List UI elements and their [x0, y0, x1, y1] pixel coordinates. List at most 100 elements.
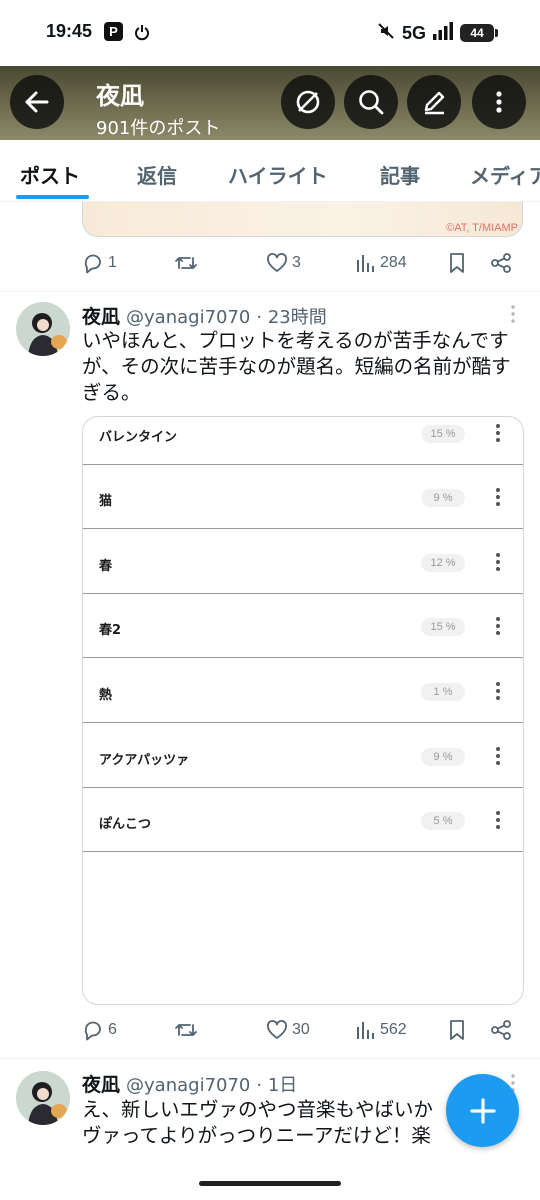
tab-posts[interactable]: ポスト [20, 160, 80, 189]
profile-header: 夜凪 901件のポスト [0, 66, 540, 140]
list-item[interactable]: バレンタイン 15 % [83, 417, 523, 465]
list-item[interactable]: 熱 1 % [83, 659, 523, 723]
item-percent: 1 % [421, 683, 465, 701]
divider [0, 291, 540, 292]
list-item[interactable]: ぽんこつ 5 % [83, 788, 523, 852]
post-time[interactable]: · 23時間 [256, 303, 326, 329]
item-percent: 15 % [421, 425, 465, 443]
tab-replies[interactable]: 返信 [137, 160, 177, 189]
back-arrow-icon [25, 91, 49, 113]
tab-articles[interactable]: 記事 [380, 160, 420, 189]
share-icon [491, 253, 511, 273]
post-actions: 6 30 562 [82, 1019, 522, 1049]
signal-icon [432, 22, 454, 44]
item-label: 猫 [99, 494, 113, 509]
back-button[interactable] [10, 75, 64, 129]
more-vertical-icon [511, 305, 515, 323]
embedded-list-card[interactable]: バレンタイン 15 % 猫 9 % 春 12 % 春2 15 % 熱 1 % ア… [82, 416, 524, 1005]
item-more-icon[interactable] [495, 681, 501, 705]
profile-tabs: ポスト 返信 ハイライト 記事 メディア [0, 140, 540, 202]
divider [0, 1058, 540, 1059]
views-chart-icon [357, 1022, 374, 1039]
pencil-icon [424, 91, 445, 115]
post-more-button[interactable] [510, 304, 516, 328]
item-more-icon[interactable] [495, 616, 501, 640]
more-button[interactable] [472, 75, 526, 129]
item-more-icon[interactable] [495, 487, 501, 511]
views-button[interactable]: 284 [354, 252, 407, 274]
item-percent: 9 % [421, 748, 465, 766]
tab-highlights[interactable]: ハイライト [228, 160, 328, 189]
reply-count: 1 [108, 254, 117, 271]
share-button[interactable] [490, 1019, 512, 1041]
search-button[interactable] [344, 75, 398, 129]
item-more-icon[interactable] [495, 810, 501, 834]
new-post-button[interactable] [446, 1074, 519, 1147]
views-chart-icon [357, 255, 374, 272]
author-handle[interactable]: @yanagi7070 [126, 307, 250, 328]
bookmark-button[interactable] [446, 1019, 468, 1041]
link-card[interactable]: ©AT, T/MIAMP [82, 202, 523, 237]
post-time[interactable]: · 1日 [256, 1071, 297, 1097]
plus-icon [469, 1097, 496, 1124]
author-handle[interactable]: @yanagi7070 [126, 1075, 250, 1096]
item-percent: 15 % [421, 618, 465, 636]
power-icon [134, 23, 150, 45]
repost-icon [175, 1024, 197, 1036]
item-more-icon[interactable] [495, 552, 501, 576]
item-label: 熱 [99, 688, 113, 703]
item-percent: 12 % [421, 554, 465, 572]
views-button[interactable]: 562 [354, 1019, 407, 1041]
status-time: 19:45 [46, 21, 93, 41]
status-bar: 19:45 P 5G 44 [0, 0, 540, 66]
like-count: 30 [292, 1021, 310, 1038]
item-percent: 5 % [421, 812, 465, 830]
app-notification-icon: P [104, 22, 123, 41]
author-name[interactable]: 夜凪 [82, 302, 120, 329]
like-button[interactable]: 30 [266, 1019, 310, 1041]
item-more-icon[interactable] [495, 746, 501, 770]
more-vertical-icon [496, 91, 502, 113]
post-header: 夜凪 @yanagi7070 · 23時間 [82, 302, 327, 329]
reply-icon [84, 254, 101, 274]
grok-button[interactable] [281, 75, 335, 129]
compose-button[interactable] [407, 75, 461, 129]
post-actions: 1 3 284 [82, 252, 522, 282]
list-item[interactable]: アクアパッツァ 9 % [83, 724, 523, 788]
view-count: 284 [380, 254, 407, 271]
item-label: アクアパッツァ [99, 753, 190, 768]
item-label: 春2 [99, 623, 122, 638]
reply-count: 6 [108, 1021, 117, 1038]
card-credit: ©AT, T/MIAMP [446, 222, 518, 234]
search-icon [359, 90, 384, 115]
share-button[interactable] [490, 252, 512, 274]
author-name[interactable]: 夜凪 [82, 1070, 120, 1097]
gesture-bar[interactable] [199, 1181, 341, 1186]
reply-button[interactable]: 6 [82, 1019, 117, 1041]
tab-media[interactable]: メディア [470, 160, 540, 189]
list-item[interactable]: 春2 15 % [83, 594, 523, 658]
reply-button[interactable]: 1 [82, 252, 117, 274]
avatar[interactable] [16, 1071, 70, 1125]
profile-name: 夜凪 [96, 82, 144, 110]
post-header: 夜凪 @yanagi7070 · 1日 [82, 1070, 297, 1097]
like-button[interactable]: 3 [266, 252, 301, 274]
bookmark-button[interactable] [446, 252, 468, 274]
grok-icon [296, 90, 320, 114]
item-more-icon[interactable] [495, 423, 501, 447]
bookmark-icon [450, 1020, 464, 1040]
repost-icon [175, 257, 197, 269]
post-count: 901件のポスト [96, 118, 221, 139]
repost-button[interactable] [174, 252, 198, 274]
item-percent: 9 % [421, 489, 465, 507]
view-count: 562 [380, 1021, 407, 1038]
repost-button[interactable] [174, 1019, 198, 1041]
reply-icon [84, 1021, 101, 1041]
avatar[interactable] [16, 302, 70, 356]
post-text: いやほんと、プロットを考えるのが苦手なんですが、その次に苦手なのが題名。短編の名… [82, 329, 511, 404]
list-item[interactable]: 春 12 % [83, 530, 523, 594]
list-item[interactable]: 猫 9 % [83, 465, 523, 529]
share-icon [491, 1020, 511, 1040]
mute-icon [376, 21, 396, 45]
heart-icon [267, 253, 287, 272]
